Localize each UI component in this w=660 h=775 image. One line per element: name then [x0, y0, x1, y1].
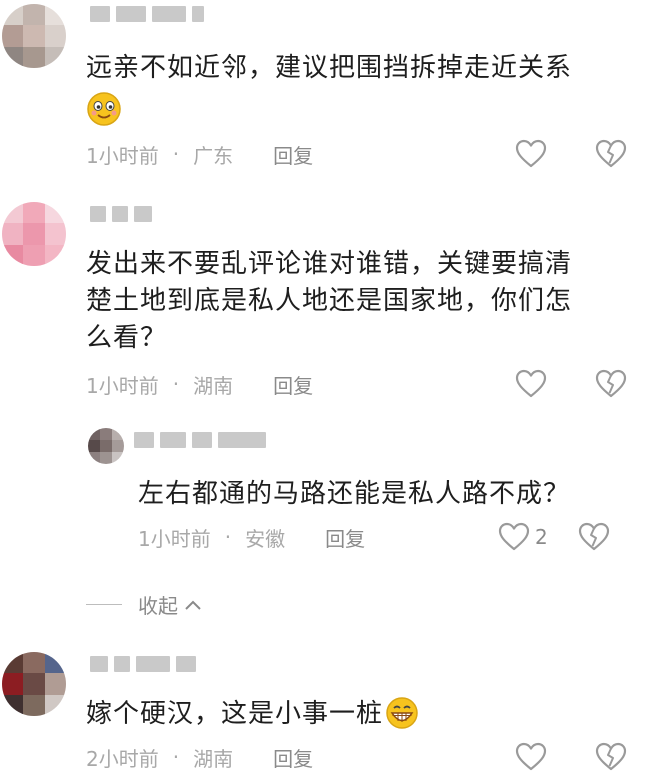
avatar[interactable]	[2, 202, 66, 266]
like-count: 2	[535, 525, 548, 549]
avatar[interactable]	[2, 652, 66, 716]
username-blurred[interactable]	[90, 4, 204, 24]
avatar[interactable]	[2, 4, 66, 68]
reply-button[interactable]: 回复	[325, 523, 365, 552]
chevron-up-icon	[184, 599, 202, 611]
comment-actions	[514, 137, 628, 171]
comment-actions	[514, 740, 628, 774]
collapse-replies-button[interactable]: 收起	[86, 590, 202, 619]
grinning-face-icon	[385, 696, 419, 730]
timestamp: 1小时前	[138, 526, 211, 551]
comment-actions	[514, 367, 628, 401]
timestamp: 1小时前	[86, 143, 159, 168]
comment-list: 远亲不如近邻，建议把围挡拆掉走近关系 1小时前 · 广东 回复 发出来不要乱评论…	[0, 0, 660, 775]
broken-heart-icon[interactable]	[594, 137, 628, 171]
comment-text: 嫁个硬汉，这是小事一桩	[86, 696, 419, 733]
location: 安徽	[245, 526, 286, 551]
broken-heart-icon[interactable]	[594, 367, 628, 401]
heart-icon[interactable]	[514, 137, 548, 171]
heart-icon[interactable]	[497, 520, 531, 554]
comment-meta: 1小时前 · 广东 回复	[86, 139, 313, 169]
location: 湖南	[193, 373, 234, 398]
separator-dot: ·	[172, 372, 180, 396]
comment-text: 远亲不如近邻，建议把围挡拆掉走近关系	[86, 50, 572, 127]
username-blurred[interactable]	[90, 654, 196, 674]
comment-meta: 1小时前 · 湖南 回复	[86, 369, 313, 399]
comment-text: 发出来不要乱评论谁对谁错，关键要搞清 楚土地到底是私人地还是国家地，你们怎 么看…	[86, 249, 573, 353]
avatar[interactable]	[88, 428, 124, 464]
comment-meta: 1小时前 · 安徽 回复	[138, 522, 365, 552]
broken-heart-icon[interactable]	[577, 520, 611, 554]
reply-button[interactable]: 回复	[273, 743, 313, 772]
divider	[86, 604, 122, 605]
separator-dot: ·	[172, 142, 180, 166]
username-blurred[interactable]	[90, 204, 152, 224]
reply-button[interactable]: 回复	[273, 140, 313, 169]
timestamp: 2小时前	[86, 746, 159, 771]
heart-icon[interactable]	[514, 367, 548, 401]
smiling-face-icon	[86, 91, 122, 127]
timestamp: 1小时前	[86, 373, 159, 398]
reply-text: 左右都通的马路还能是私人路不成？	[138, 479, 571, 509]
separator-dot: ·	[224, 525, 232, 549]
comment-actions: 2	[497, 520, 611, 554]
comment-meta: 2小时前 · 湖南 回复	[86, 742, 313, 772]
username-blurred[interactable]	[134, 430, 266, 450]
reply-button[interactable]: 回复	[273, 370, 313, 399]
collapse-label: 收起	[138, 594, 178, 618]
separator-dot: ·	[172, 745, 180, 769]
location: 广东	[193, 143, 234, 168]
heart-icon[interactable]	[514, 740, 548, 774]
location: 湖南	[193, 746, 234, 771]
broken-heart-icon[interactable]	[594, 740, 628, 774]
